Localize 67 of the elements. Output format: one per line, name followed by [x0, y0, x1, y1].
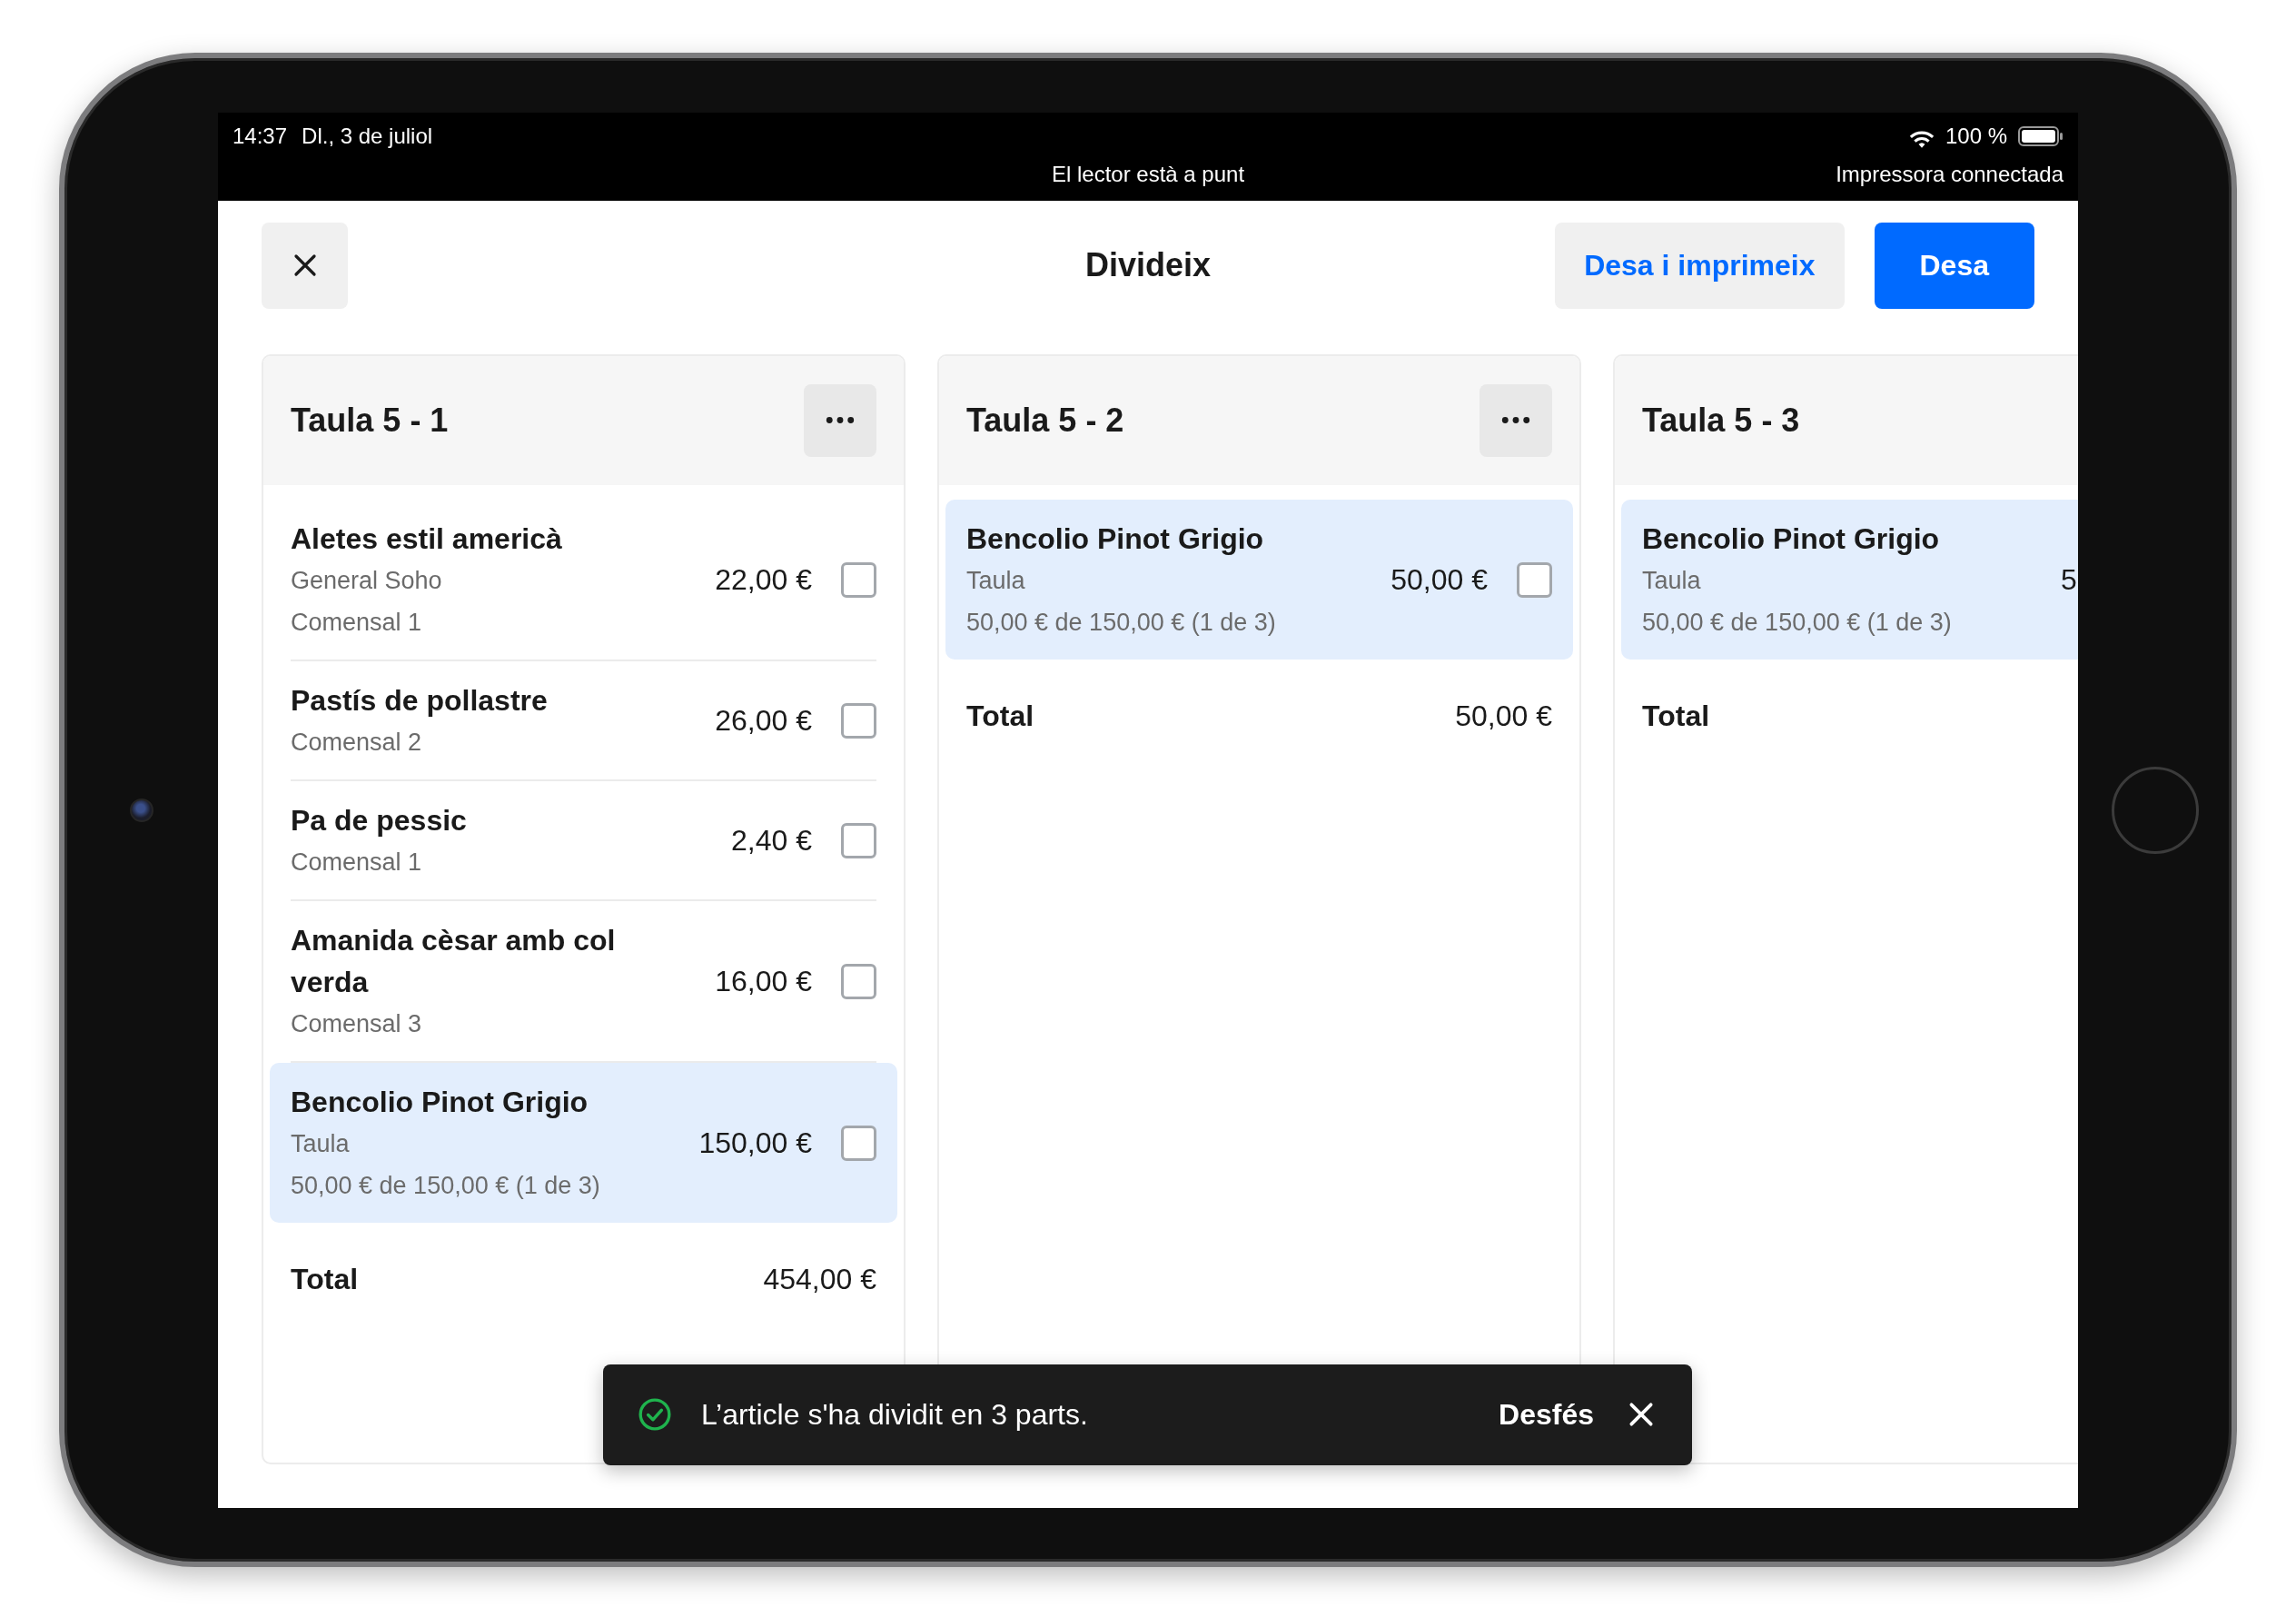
checkbox[interactable]: [841, 823, 876, 858]
item-name: Amanida cèsar amb col verda: [291, 922, 617, 1000]
column-title: Taula 5 - 2: [966, 401, 1124, 440]
reader-status: El lector està a punt: [1051, 162, 1245, 187]
check-circle-icon: [638, 1397, 672, 1432]
order-item[interactable]: Pastís de pollastre Comensal 2 26,00 €: [270, 660, 897, 781]
wifi-icon: [1908, 129, 1935, 149]
item-price: 5: [2061, 563, 2078, 597]
item-name: Bencolio Pinot Grigio: [291, 1084, 589, 1120]
item-name: Aletes estil americà: [291, 521, 563, 557]
item-name: Bencolio Pinot Grigio: [1642, 521, 1941, 557]
column-title: Taula 5 - 1: [291, 401, 449, 440]
item-detail: Comensal 2: [291, 727, 423, 758]
close-button[interactable]: [1627, 1400, 1656, 1429]
order-item[interactable]: Pa de pessic Comensal 1 2,40 €: [270, 780, 897, 901]
more-button[interactable]: [804, 383, 876, 457]
checkbox[interactable]: [841, 964, 876, 999]
status-time: 14:37: [233, 123, 288, 149]
item-price: 16,00 €: [714, 965, 812, 998]
home-button[interactable]: [2111, 766, 2199, 854]
close-button[interactable]: [262, 222, 348, 309]
close-icon: [1627, 1400, 1656, 1429]
item-name: Pastís de pollastre: [291, 682, 549, 719]
item-detail: Taula: [291, 1128, 351, 1159]
save-print-button[interactable]: Desa i imprimeix: [1555, 222, 1845, 309]
page-title: Divideix: [1084, 246, 1212, 284]
battery-icon: [2018, 125, 2063, 146]
total-label: Total: [1642, 699, 1710, 733]
item-detail: 50,00 € de 150,00 € (1 de 3): [966, 607, 1277, 638]
save-button[interactable]: Desa: [1874, 222, 2034, 309]
total-label: Total: [966, 699, 1034, 733]
item-name: Pa de pessic: [291, 802, 468, 838]
item-detail: General Soho: [291, 565, 443, 596]
column-title: Taula 5 - 3: [1642, 401, 1800, 440]
total-value: 50,00 €: [1455, 699, 1552, 733]
battery-percent: 100 %: [1945, 123, 2007, 149]
item-detail: Comensal 3: [291, 1008, 423, 1039]
more-button[interactable]: [1480, 383, 1552, 457]
item-detail: 50,00 € de 150,00 € (1 de 3): [291, 1170, 601, 1201]
item-name: Bencolio Pinot Grigio: [966, 521, 1265, 557]
item-price: 22,00 €: [714, 563, 812, 597]
checkbox[interactable]: [841, 703, 876, 739]
more-icon: [826, 416, 855, 424]
checkbox[interactable]: [841, 1126, 876, 1161]
undo-button[interactable]: Desfés: [1499, 1397, 1594, 1432]
order-item[interactable]: Bencolio Pinot Grigio Taula 50,00 € de 150,00 € (1 de 3) 50,00 €: [945, 499, 1573, 660]
toast-message: L’article s'ha dividit en 3 parts.: [701, 1397, 1089, 1432]
camera-icon: [129, 798, 153, 822]
item-detail: Taula: [966, 565, 1026, 596]
item-price: 26,00 €: [714, 704, 812, 738]
order-item[interactable]: Bencolio Pinot Grigio Taula 50,00 € de 150,00 € (1 de 3) 5: [1621, 499, 2078, 660]
printer-status: Impressora connectada: [1836, 162, 2063, 187]
total-value: 454,00 €: [763, 1262, 876, 1296]
item-detail: Taula: [1642, 565, 1702, 596]
checkbox[interactable]: [841, 562, 876, 598]
item-detail: 50,00 € de 150,00 € (1 de 3): [1642, 607, 1953, 638]
order-item[interactable]: Aletes estil americà General Soho Comensal 1 22,00 €: [270, 499, 897, 661]
item-price: 2,40 €: [730, 824, 812, 858]
item-detail: Comensal 1: [291, 607, 423, 638]
item-detail: Comensal 1: [291, 847, 423, 878]
item-price: 150,00 €: [698, 1126, 812, 1160]
total-label: Total: [291, 1262, 359, 1296]
order-item[interactable]: Bencolio Pinot Grigio Taula 50,00 € de 150,00 € (1 de 3) 150,00 €: [270, 1062, 897, 1223]
more-icon: [1501, 416, 1530, 424]
checkbox[interactable]: [1517, 562, 1552, 598]
status-date: Dl., 3 de juliol: [302, 123, 433, 149]
item-price: 50,00 €: [1390, 563, 1488, 597]
